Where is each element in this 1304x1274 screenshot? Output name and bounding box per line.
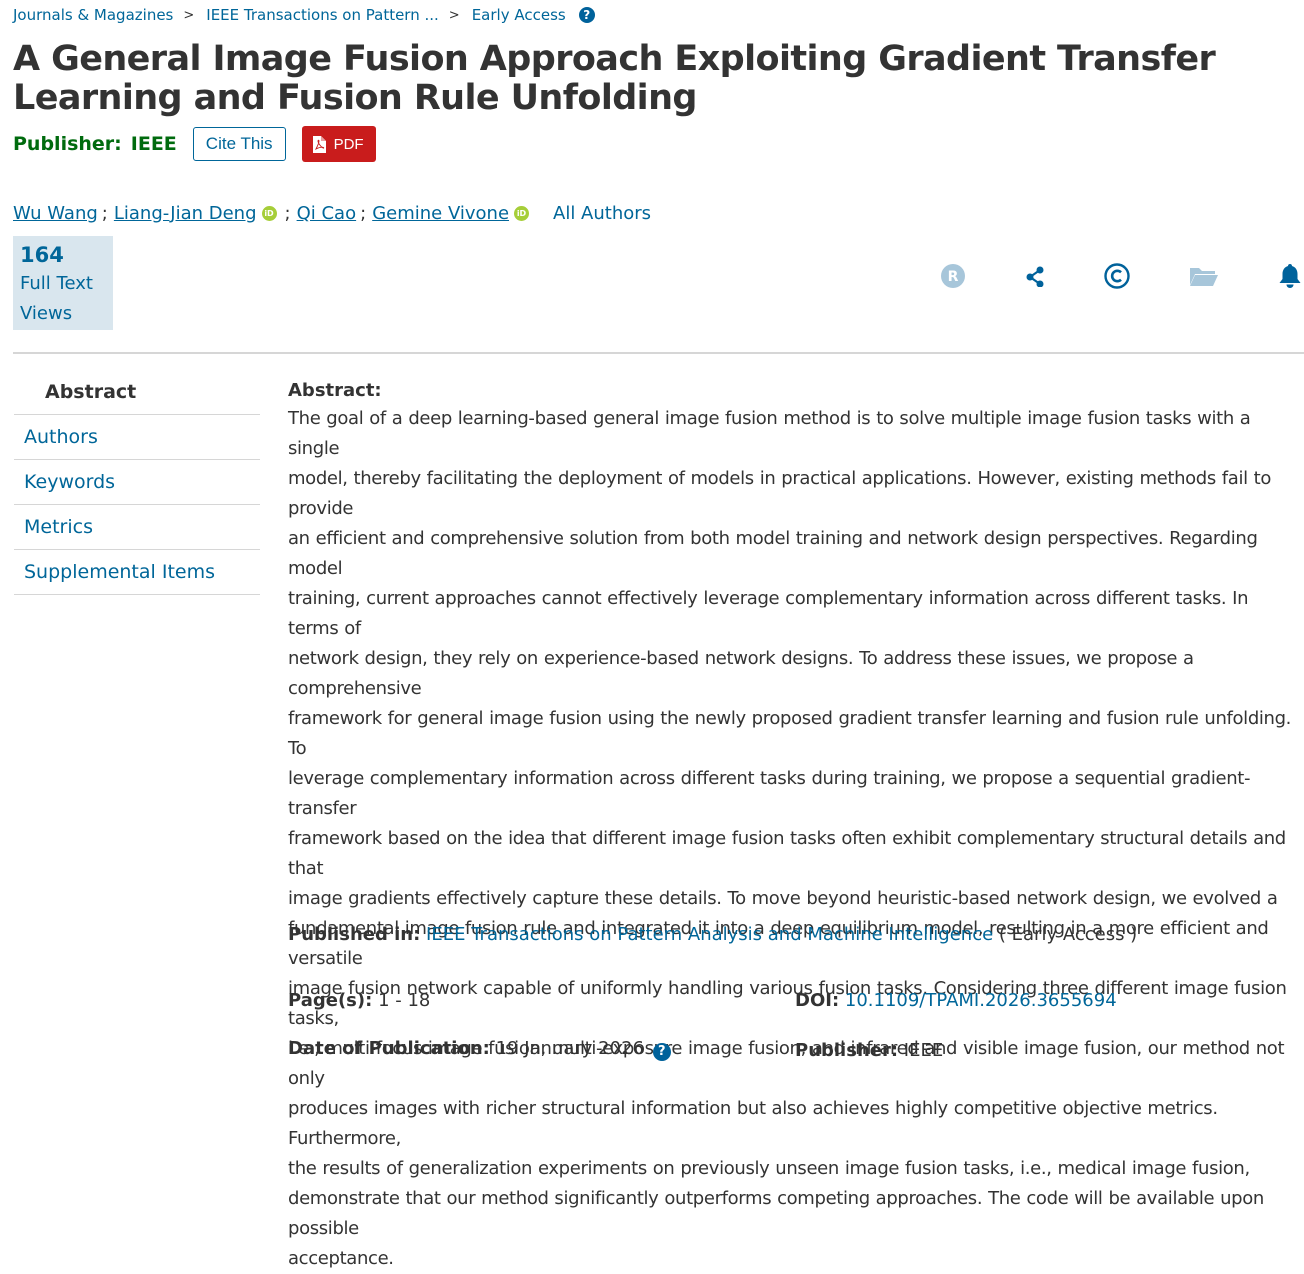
copyright-icon[interactable] xyxy=(1103,262,1131,290)
breadcrumb: Journals & Magazines > IEEE Transactions… xyxy=(13,5,595,25)
abstract-line: training, current approaches cannot effe… xyxy=(288,588,1249,639)
publisher-name: IEEE xyxy=(130,133,177,155)
orcid-icon[interactable]: iD xyxy=(261,205,277,221)
bell-icon[interactable] xyxy=(1276,262,1304,290)
share-icon[interactable] xyxy=(1021,262,1049,290)
author-separator: ; xyxy=(284,202,291,224)
abstract-text: The goal of a deep learning-based genera… xyxy=(288,404,1298,1274)
published-in-label: Published in: xyxy=(288,924,421,945)
doi-link[interactable]: 10.1109/TPAMI.2026.3655694 xyxy=(845,990,1117,1011)
breadcrumb-journals[interactable]: Journals & Magazines xyxy=(13,6,173,24)
abstract-line: framework for general image fusion using… xyxy=(288,708,1292,759)
nav-item-supplemental-items[interactable]: Supplemental Items xyxy=(14,550,260,595)
journal-link[interactable]: IEEE Transactions on Pattern Analysis an… xyxy=(426,924,993,945)
abstract-line: demonstrate that our method significantl… xyxy=(288,1188,1264,1239)
pages-label: Page(s): xyxy=(288,990,373,1011)
doi-field: DOI: 10.1109/TPAMI.2026.3655694 xyxy=(795,987,1117,1015)
abstract-heading: Abstract: xyxy=(288,380,382,401)
document-section-nav: Abstract Authors Keywords Metrics Supple… xyxy=(14,370,260,595)
publisher-label: Publisher: xyxy=(13,133,122,155)
nav-item-abstract[interactable]: Abstract xyxy=(14,370,260,415)
pages-field: Page(s): 1 - 18 xyxy=(288,987,430,1015)
abstract-line: acceptance. xyxy=(288,1248,394,1269)
breadcrumb-early-access[interactable]: Early Access xyxy=(472,6,566,24)
author-list: Wu Wang ; Liang-Jian Deng iD ; Qi Cao ; … xyxy=(13,200,651,226)
author-link[interactable]: Qi Cao xyxy=(297,203,357,224)
abstract-line: an efficient and comprehensive solution … xyxy=(288,528,1258,579)
abstract-line: the results of generalization experiment… xyxy=(288,1158,1250,1179)
abstract-line: The goal of a deep learning-based genera… xyxy=(288,408,1251,459)
date-label: Date of Publication: xyxy=(288,1038,490,1059)
author-link[interactable]: Liang-Jian Deng xyxy=(114,203,257,224)
nav-item-metrics[interactable]: Metrics xyxy=(14,505,260,550)
publisher-field: Publisher: IEEE xyxy=(795,1037,943,1065)
author-separator: ; xyxy=(360,202,367,224)
help-icon[interactable]: ? xyxy=(578,7,595,23)
doi-label: DOI: xyxy=(795,990,840,1011)
page-title: A General Image Fusion Approach Exploiti… xyxy=(13,39,1216,118)
author-link[interactable]: Gemine Vivone xyxy=(372,203,509,224)
pdf-file-icon xyxy=(312,135,326,153)
folder-icon[interactable] xyxy=(1188,262,1220,290)
orcid-icon[interactable]: iD xyxy=(514,205,530,221)
abstract-line: network design, they rely on experience-… xyxy=(288,648,1194,699)
date-value: 19 January 2026 xyxy=(495,1038,644,1059)
author-separator: ; xyxy=(101,202,108,224)
abstract-line: model, thereby facilitating the deployme… xyxy=(288,468,1271,519)
abstract-line: leverage complementary information acros… xyxy=(288,768,1251,819)
abstract-section: Abstract: The goal of a deep learning-ba… xyxy=(288,378,1298,1274)
help-icon[interactable]: ? xyxy=(652,1043,671,1061)
breadcrumb-separator: > xyxy=(448,7,460,23)
article-actions: R xyxy=(0,262,1304,290)
cite-this-button[interactable]: Cite This xyxy=(192,127,286,161)
abstract-line: produces images with richer structural i… xyxy=(288,1098,1218,1149)
all-authors-link[interactable]: All Authors xyxy=(553,203,651,224)
publication-date-field: Date of Publication: 19 January 2026 ? xyxy=(288,1035,671,1063)
pages-value: 1 - 18 xyxy=(378,990,431,1011)
publication-status: ( Early Access ) xyxy=(998,924,1138,945)
publisher-detail-value: IEEE xyxy=(903,1040,944,1061)
pdf-button[interactable]: PDF xyxy=(301,126,376,162)
breadcrumb-separator: > xyxy=(183,7,195,23)
section-divider xyxy=(13,352,1304,354)
abstract-line: image gradients effectively capture thes… xyxy=(288,888,1278,909)
pdf-button-label: PDF xyxy=(333,135,364,153)
publisher-detail-label: Publisher: xyxy=(795,1040,899,1061)
author-link[interactable]: Wu Wang xyxy=(13,203,98,224)
abstract-line: image fusion network capable of uniforml… xyxy=(288,978,1287,1029)
abstract-line: framework based on the idea that differe… xyxy=(288,828,1286,879)
breadcrumb-journal-name[interactable]: IEEE Transactions on Pattern ... xyxy=(206,6,439,24)
published-in: Published in: IEEE Transactions on Patte… xyxy=(288,921,1137,949)
nav-item-keywords[interactable]: Keywords xyxy=(14,460,260,505)
svg-text:R: R xyxy=(948,269,959,285)
rights-icon[interactable]: R xyxy=(939,262,967,290)
publisher-row: Publisher: IEEE Cite This PDF xyxy=(13,126,376,162)
nav-item-authors[interactable]: Authors xyxy=(14,415,260,460)
